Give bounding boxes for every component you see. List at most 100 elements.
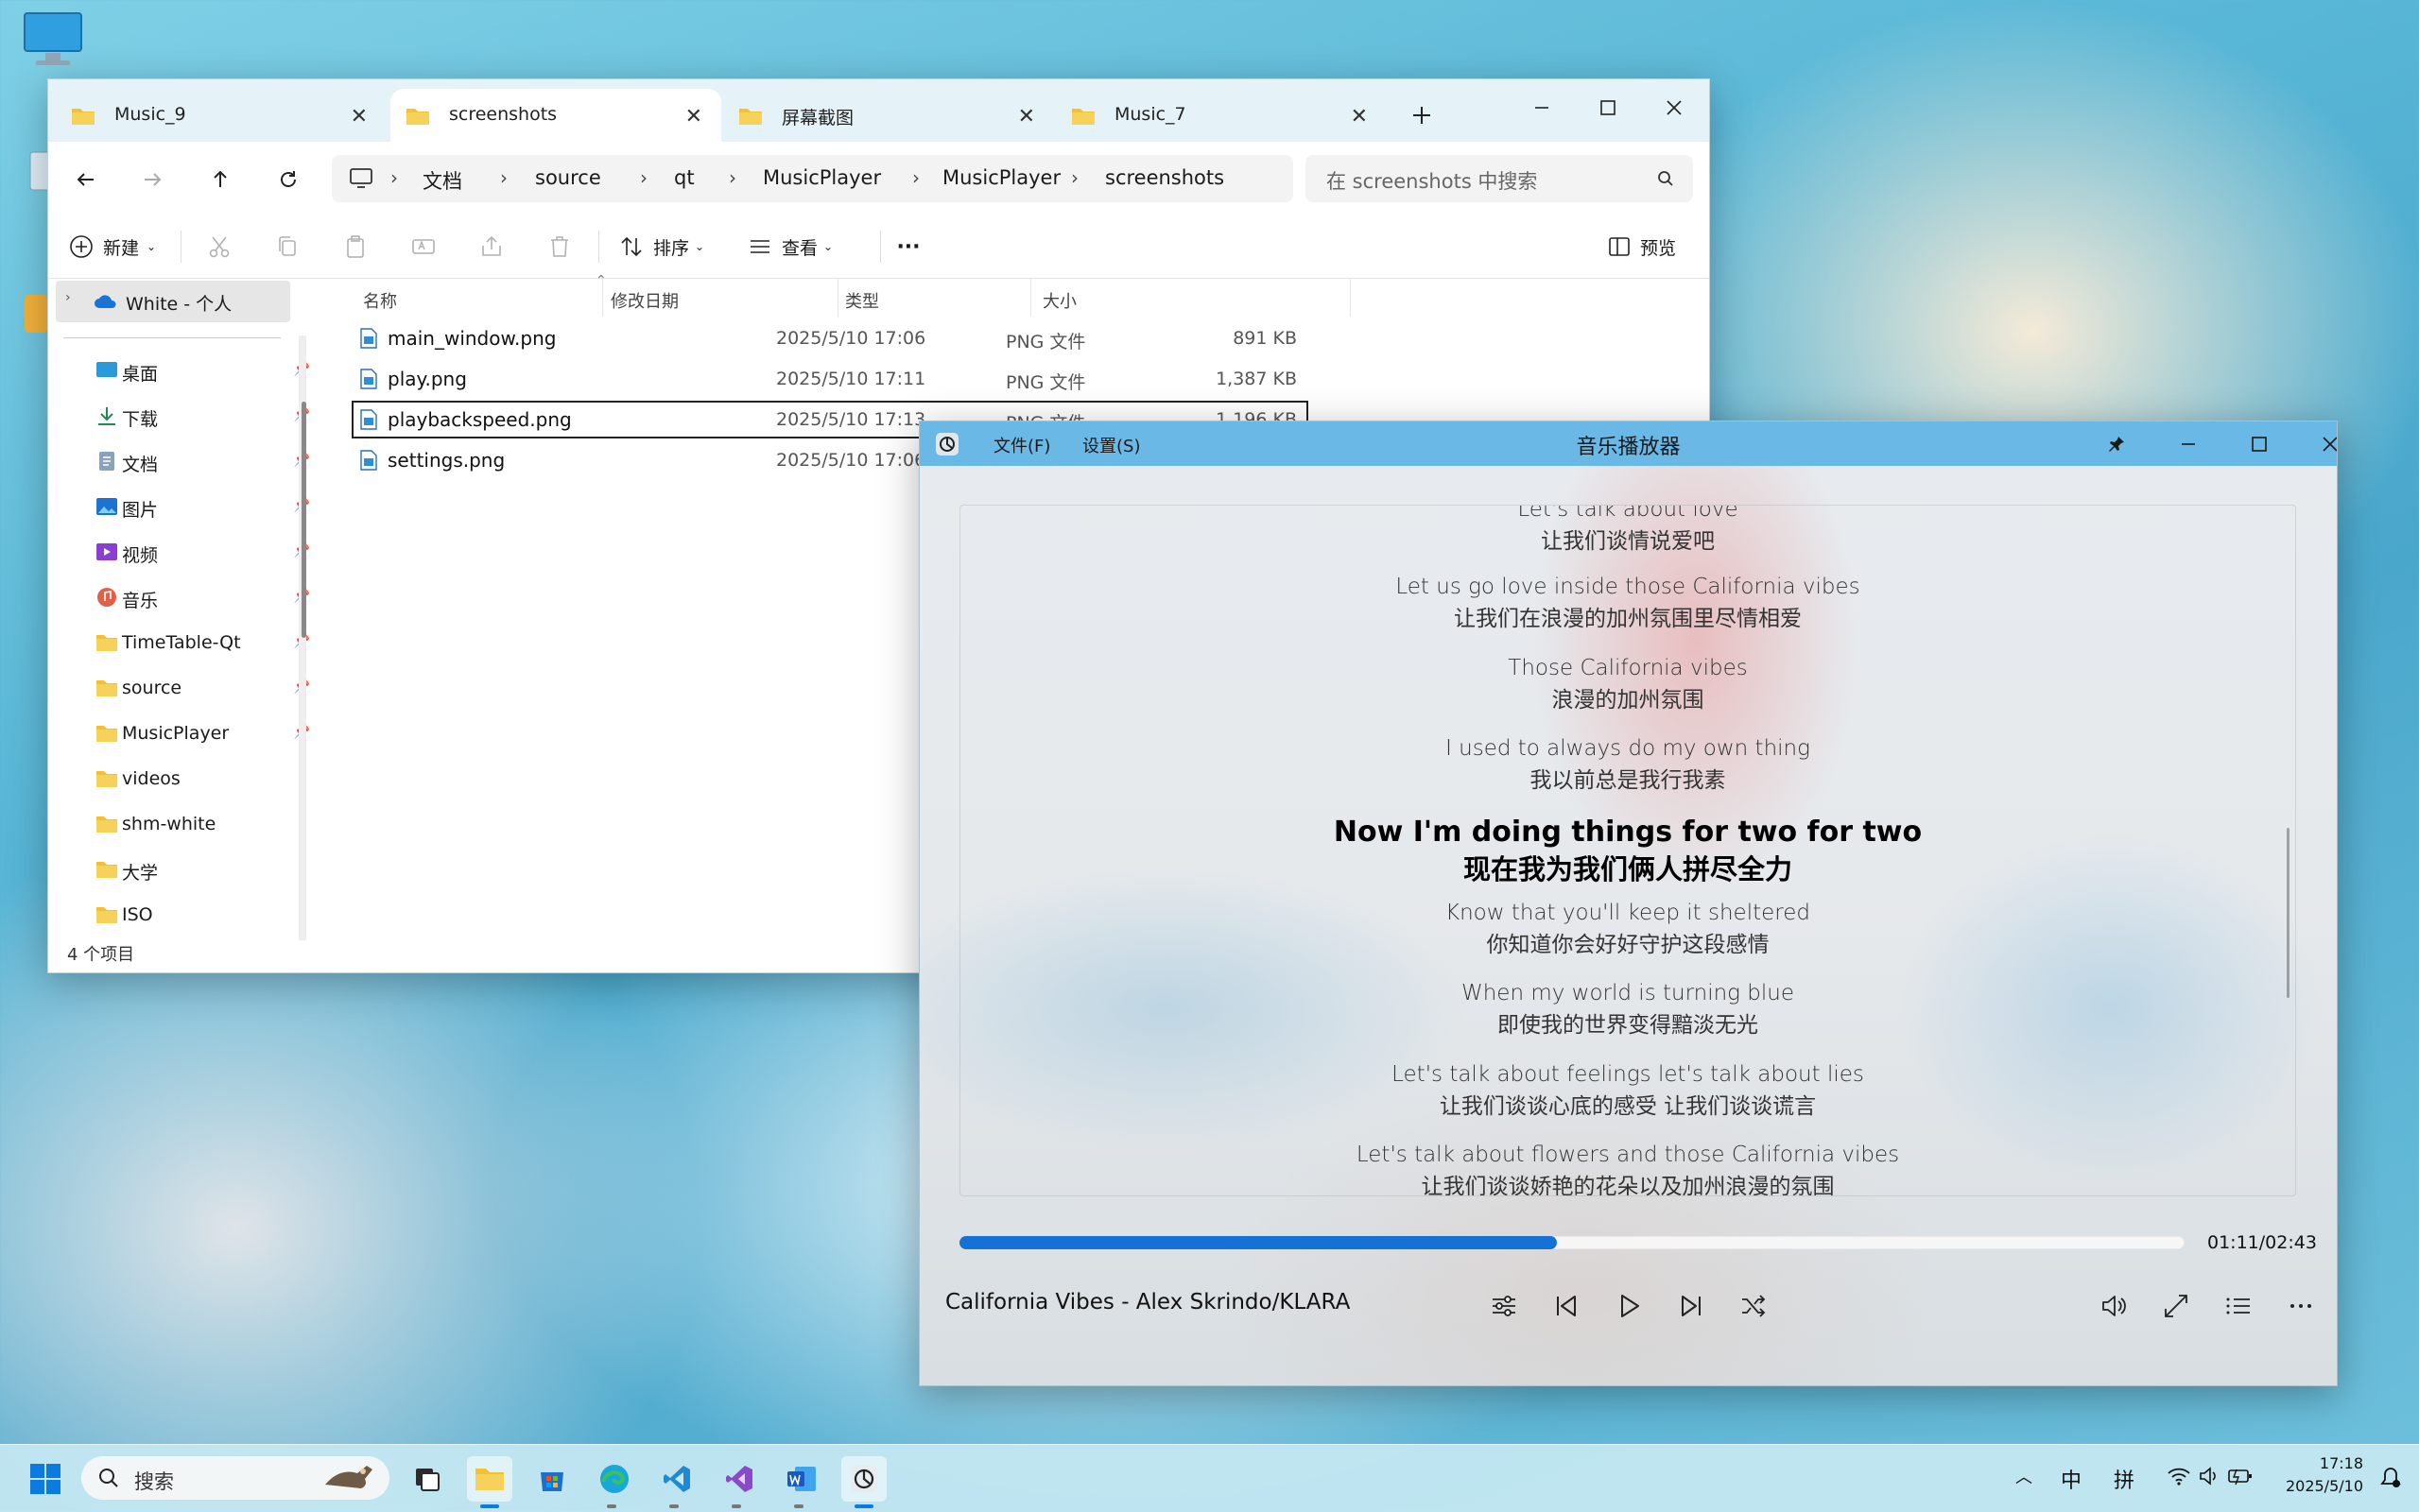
delete-button[interactable] <box>547 232 572 261</box>
close-button[interactable] <box>1646 85 1702 130</box>
pictures-icon <box>96 498 117 515</box>
column-header-size[interactable]: 大小 <box>1043 288 1077 313</box>
nav-item-university[interactable]: 大学 <box>77 851 318 889</box>
ime-language-indicator[interactable]: 中 <box>2061 1464 2082 1494</box>
progress-bar[interactable] <box>959 1236 2185 1249</box>
view-button[interactable]: 查看 ⌄ <box>748 232 833 261</box>
store-button[interactable] <box>529 1456 575 1502</box>
nav-item-onedrive[interactable]: › White - 个人 <box>56 281 290 322</box>
column-divider[interactable] <box>1030 279 1031 317</box>
column-header-type[interactable]: 类型 <box>845 288 879 313</box>
edge-button[interactable] <box>592 1456 637 1502</box>
forward-button[interactable] <box>133 161 171 198</box>
nav-item-videos[interactable]: 视频 📌 <box>77 534 318 572</box>
share-button[interactable] <box>479 232 504 261</box>
desktop-icon-this-pc[interactable] <box>21 11 87 77</box>
ime-mode-indicator[interactable]: 拼 <box>2114 1464 2134 1494</box>
nav-item-timetable[interactable]: TimeTable-Qt 📌 <box>77 625 318 662</box>
more-button[interactable]: ··· <box>880 232 937 261</box>
tab-music-7[interactable]: Music_7 ✕ <box>1056 89 1387 142</box>
fullscreen-button[interactable] <box>2157 1287 2195 1325</box>
maximize-button[interactable] <box>2231 421 2288 466</box>
cut-button[interactable] <box>207 232 232 261</box>
nav-item-pictures[interactable]: 图片 📌 <box>77 489 318 526</box>
copy-button[interactable] <box>275 232 300 261</box>
rename-button[interactable] <box>411 232 436 261</box>
start-button[interactable] <box>23 1456 68 1502</box>
nav-item-desktop[interactable]: 桌面 📌 <box>77 352 318 390</box>
next-button[interactable] <box>1672 1287 1710 1325</box>
visual-studio-button[interactable] <box>717 1456 762 1502</box>
play-button[interactable] <box>1610 1287 1648 1325</box>
close-button[interactable] <box>2302 421 2337 466</box>
tab-screen-captures[interactable]: 屏幕截图 ✕ <box>723 89 1054 142</box>
refresh-button[interactable] <box>269 161 307 198</box>
nav-item-documents[interactable]: 文档 📌 <box>77 443 318 481</box>
maximize-button[interactable] <box>1580 85 1636 130</box>
speaker-icon[interactable] <box>2199 1466 2220 1486</box>
breadcrumb-item[interactable]: MusicPlayer <box>763 166 881 189</box>
file-row[interactable]: play.png 2025/5/10 17:11 PNG 文件 1,387 KB <box>352 360 1308 398</box>
arrow-up-icon <box>214 170 227 187</box>
chevron-down-icon: ⌄ <box>695 240 705 253</box>
desktop-icon-shortcut[interactable] <box>23 293 47 359</box>
notification-bell-icon[interactable] <box>2378 1466 2403 1490</box>
file-explorer-taskbar-button[interactable] <box>467 1456 512 1502</box>
file-row[interactable]: main_window.png 2025/5/10 17:06 PNG 文件 8… <box>352 319 1308 357</box>
breadcrumb-item[interactable]: source <box>535 166 601 189</box>
breadcrumb-item[interactable]: screenshots <box>1105 166 1224 189</box>
nav-item-iso[interactable]: ISO <box>77 897 318 935</box>
previous-button[interactable] <box>1547 1287 1585 1325</box>
column-header-date[interactable]: 修改日期 <box>611 288 679 313</box>
more-options-button[interactable] <box>2282 1287 2320 1325</box>
pin-button[interactable] <box>2088 421 2145 466</box>
close-tab-icon[interactable]: ✕ <box>1351 105 1368 129</box>
new-tab-button[interactable] <box>1393 93 1450 138</box>
column-header-name[interactable]: 名称 <box>363 288 397 313</box>
vscode-button[interactable] <box>654 1456 700 1502</box>
sort-button[interactable]: 排序 ⌄ <box>619 232 704 261</box>
music-player-taskbar-button[interactable] <box>841 1456 887 1502</box>
column-divider[interactable] <box>1350 279 1351 317</box>
playlist-button[interactable] <box>2220 1287 2257 1325</box>
back-button[interactable] <box>67 161 105 198</box>
nav-item-videos-folder[interactable]: videos <box>77 761 318 799</box>
column-divider[interactable] <box>602 279 603 317</box>
tab-music-9[interactable]: Music_9 ✕ <box>56 89 387 142</box>
battery-icon[interactable] <box>2227 1466 2254 1486</box>
shuffle-button[interactable] <box>1735 1287 1772 1325</box>
tab-label: 屏幕截图 <box>782 108 855 129</box>
nav-item-downloads[interactable]: 下载 📌 <box>77 398 318 436</box>
taskbar-search[interactable]: 搜索 <box>81 1456 389 1500</box>
clock[interactable]: 17:18 2025/5/10 <box>2259 1452 2363 1498</box>
breadcrumb-item[interactable]: 文档 <box>423 166 462 195</box>
volume-button[interactable] <box>2095 1287 2133 1325</box>
minimize-button[interactable] <box>2160 421 2217 466</box>
close-tab-icon[interactable]: ✕ <box>685 105 702 129</box>
wifi-icon[interactable] <box>2167 1466 2191 1486</box>
equalizer-button[interactable] <box>1485 1287 1523 1325</box>
lyrics-scrollbar[interactable] <box>2287 828 2289 998</box>
search-box[interactable]: 在 screenshots 中搜索 <box>1305 155 1693 202</box>
minimize-button[interactable] <box>1513 85 1570 130</box>
tab-screenshots[interactable]: screenshots ✕ <box>390 89 721 142</box>
preview-button[interactable]: 预览 <box>1608 232 1676 261</box>
new-button[interactable]: 新建 ⌄ <box>69 232 156 261</box>
nav-item-music[interactable]: 音乐 📌 <box>77 579 318 617</box>
up-button[interactable] <box>201 161 239 198</box>
nav-item-shm-white[interactable]: shm-white <box>77 806 318 844</box>
close-tab-icon[interactable]: ✕ <box>351 105 368 129</box>
plus-icon <box>1413 107 1430 124</box>
paste-button[interactable] <box>343 232 368 261</box>
close-tab-icon[interactable]: ✕ <box>1018 105 1035 129</box>
task-view-button[interactable] <box>405 1456 450 1502</box>
lyrics-panel[interactable]: Let's talk about love 让我们谈情说爱吧 Let us go… <box>959 505 2296 1196</box>
breadcrumb-item[interactable]: MusicPlayer <box>942 166 1061 189</box>
breadcrumb-item[interactable]: qt <box>674 166 695 189</box>
breadcrumb[interactable]: › 文档 › source › qt › MusicPlayer › Music… <box>332 155 1293 202</box>
nav-scrollbar-thumb[interactable] <box>302 402 306 638</box>
word-button[interactable] <box>779 1456 824 1502</box>
nav-item-source[interactable]: source 📌 <box>77 670 318 708</box>
chevron-up-icon[interactable]: ︿ <box>2015 1464 2032 1488</box>
nav-item-musicplayer[interactable]: MusicPlayer 📌 <box>77 715 318 753</box>
